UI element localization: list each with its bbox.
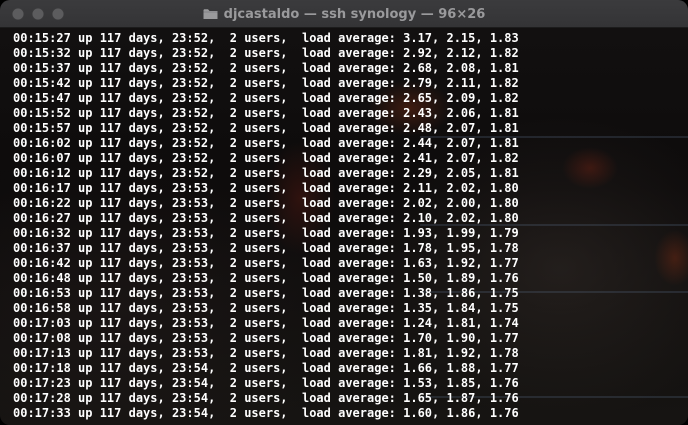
- terminal-line: 00:16:37 up 117 days, 23:53, 2 users, lo…: [13, 241, 519, 255]
- terminal-line: 00:17:08 up 117 days, 23:53, 2 users, lo…: [13, 331, 519, 345]
- terminal-line: 00:15:32 up 117 days, 23:52, 2 users, lo…: [13, 46, 519, 60]
- terminal-output[interactable]: 00:15:27 up 117 days, 23:52, 2 users, lo…: [13, 31, 519, 421]
- terminal-window: djcastaldo — ssh synology — 96×26 00:15:…: [0, 0, 688, 425]
- terminal-line: 00:17:03 up 117 days, 23:53, 2 users, lo…: [13, 316, 519, 330]
- terminal-line: 00:16:02 up 117 days, 23:52, 2 users, lo…: [13, 136, 519, 150]
- terminal-content[interactable]: 00:15:27 up 117 days, 23:52, 2 users, lo…: [0, 28, 688, 425]
- terminal-line: 00:16:32 up 117 days, 23:53, 2 users, lo…: [13, 226, 519, 240]
- terminal-line: 00:15:57 up 117 days, 23:52, 2 users, lo…: [13, 121, 519, 135]
- folder-icon: [203, 9, 218, 19]
- terminal-line: 00:16:12 up 117 days, 23:52, 2 users, lo…: [13, 166, 519, 180]
- terminal-line: 00:16:53 up 117 days, 23:53, 2 users, lo…: [13, 286, 519, 300]
- terminal-line: 00:16:22 up 117 days, 23:53, 2 users, lo…: [13, 196, 519, 210]
- terminal-line: 00:16:48 up 117 days, 23:53, 2 users, lo…: [13, 271, 519, 285]
- terminal-line: 00:16:07 up 117 days, 23:52, 2 users, lo…: [13, 151, 519, 165]
- terminal-line: 00:15:42 up 117 days, 23:52, 2 users, lo…: [13, 76, 519, 90]
- terminal-line: 00:16:27 up 117 days, 23:53, 2 users, lo…: [13, 211, 519, 225]
- terminal-line: 00:17:33 up 117 days, 23:54, 2 users, lo…: [13, 406, 519, 420]
- terminal-line: 00:15:27 up 117 days, 23:52, 2 users, lo…: [13, 31, 519, 45]
- title-bar[interactable]: djcastaldo — ssh synology — 96×26: [0, 0, 688, 28]
- terminal-line: 00:15:52 up 117 days, 23:52, 2 users, lo…: [13, 106, 519, 120]
- terminal-line: 00:15:37 up 117 days, 23:52, 2 users, lo…: [13, 61, 519, 75]
- terminal-line: 00:16:17 up 117 days, 23:53, 2 users, lo…: [13, 181, 519, 195]
- terminal-line: 00:17:18 up 117 days, 23:54, 2 users, lo…: [13, 361, 519, 375]
- terminal-line: 00:16:58 up 117 days, 23:53, 2 users, lo…: [13, 301, 519, 315]
- window-title: djcastaldo — ssh synology — 96×26: [223, 6, 486, 22]
- window-title-group: djcastaldo — ssh synology — 96×26: [0, 0, 688, 28]
- terminal-line: 00:16:42 up 117 days, 23:53, 2 users, lo…: [13, 256, 519, 270]
- terminal-line: 00:17:13 up 117 days, 23:53, 2 users, lo…: [13, 346, 519, 360]
- terminal-line: 00:17:28 up 117 days, 23:54, 2 users, lo…: [13, 391, 519, 405]
- terminal-line: 00:17:23 up 117 days, 23:54, 2 users, lo…: [13, 376, 519, 390]
- terminal-line: 00:15:47 up 117 days, 23:52, 2 users, lo…: [13, 91, 519, 105]
